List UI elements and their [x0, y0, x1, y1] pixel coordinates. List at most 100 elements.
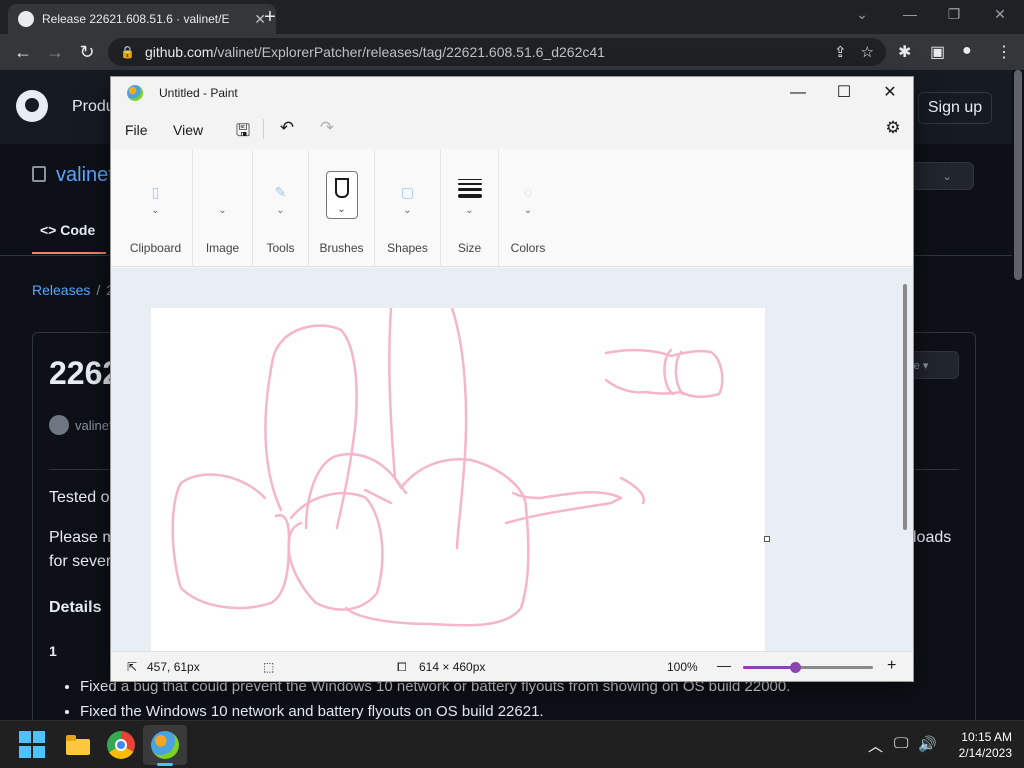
- menu-view[interactable]: View: [173, 122, 203, 138]
- brush-icon: [334, 178, 349, 198]
- drawing-canvas[interactable]: [151, 306, 765, 651]
- start-menu-icon[interactable]: [19, 731, 47, 759]
- release-author[interactable]: valinet: [49, 415, 113, 435]
- paint-menubar: File View 🖫 ↶ ↷ ⚙: [111, 109, 913, 149]
- paint-titlebar[interactable]: Untitled - Paint — ☐ ✕: [111, 77, 913, 109]
- stroke: [504, 490, 623, 525]
- tab-code[interactable]: <> Code: [40, 222, 95, 238]
- paint-taskbar-icon[interactable]: [151, 731, 179, 759]
- ribbon-label: Shapes: [387, 241, 428, 255]
- forward-icon[interactable]: →: [44, 42, 66, 62]
- clock-date: 2/14/2023: [958, 746, 1012, 760]
- paint-minimize-button[interactable]: —: [775, 81, 821, 105]
- clock-time: 10:15 AM: [961, 730, 1012, 744]
- ribbon-label: Brushes: [319, 241, 364, 255]
- menu-file[interactable]: File: [125, 122, 148, 138]
- chevron-down-icon: ⌄: [465, 205, 474, 216]
- avatar: [49, 415, 69, 435]
- page-scrollbar[interactable]: [1012, 70, 1024, 720]
- chevron-down-icon: ⌄: [151, 205, 160, 216]
- back-icon[interactable]: ←: [12, 42, 34, 62]
- paint-ribbon: ▯ ⌄ Clipboard ⌄ Image ✎ ⌄ Tools ⌄ Brushe…: [111, 149, 913, 267]
- close-window-button[interactable]: ✕: [988, 6, 1012, 23]
- volume-icon[interactable]: 🔊: [918, 735, 937, 753]
- tested-text: Tested o: [49, 489, 110, 506]
- redo-icon[interactable]: ↷: [317, 118, 337, 138]
- canvas-size-icon: ⧠: [397, 660, 407, 674]
- sign-up-button[interactable]: Sign up: [918, 92, 992, 124]
- settings-icon[interactable]: ⚙: [883, 118, 903, 138]
- network-icon[interactable]: 🖵: [894, 735, 908, 752]
- share-icon[interactable]: ⇪: [834, 43, 847, 61]
- paint-maximize-button[interactable]: ☐: [821, 81, 867, 105]
- system-clock[interactable]: 10:15 AM 2/14/2023: [942, 729, 1012, 761]
- cursor-position: 457, 61px: [147, 660, 200, 674]
- save-icon[interactable]: 🖫: [233, 118, 253, 147]
- ribbon-shapes[interactable]: ▢ ⌄ Shapes: [375, 149, 441, 267]
- colors-icon: ◌: [523, 184, 533, 200]
- github-logo-icon[interactable]: [16, 90, 48, 122]
- new-tab-button[interactable]: +: [259, 6, 281, 29]
- profile-icon[interactable]: ●: [962, 42, 972, 60]
- stroke: [171, 473, 291, 610]
- address-bar[interactable]: 🔒 github.com/valinet/ExplorerPatcher/rel…: [108, 38, 886, 66]
- file-explorer-icon[interactable]: [64, 731, 92, 759]
- zoom-slider-thumb[interactable]: [790, 662, 801, 673]
- reload-icon[interactable]: ↻: [76, 42, 98, 62]
- restore-button[interactable]: ❐: [942, 6, 966, 23]
- ribbon-colors[interactable]: ◌ ⌄ Colors: [499, 149, 557, 267]
- ribbon-tools[interactable]: ✎ ⌄ Tools: [253, 149, 309, 267]
- menu-kebab-icon[interactable]: ⋮: [996, 42, 1012, 62]
- ribbon-size[interactable]: ⌄ Size: [441, 149, 499, 267]
- chrome-icon[interactable]: [107, 731, 135, 759]
- chevron-down-icon: ⌄: [276, 205, 285, 216]
- breadcrumb-releases-link[interactable]: Releases: [32, 282, 90, 298]
- please-text: Please m: [49, 529, 116, 546]
- browser-tab[interactable]: Release 22621.608.51.6 · valinet/E ✕: [8, 4, 276, 34]
- stroke: [264, 324, 358, 530]
- url-text: github.com/valinet/ExplorerPatcher/relea…: [144, 44, 605, 60]
- pencil-tool-icon: ✎: [274, 184, 287, 200]
- tab-search-icon[interactable]: ⌄: [850, 6, 874, 23]
- stroke: [619, 476, 645, 505]
- repo-owner-link[interactable]: valinet: [56, 164, 114, 187]
- active-tab-underline: [32, 252, 106, 254]
- undo-icon[interactable]: ↶: [277, 118, 297, 138]
- extensions-icon[interactable]: ✱: [898, 42, 911, 62]
- breadcrumb-separator: /: [96, 282, 101, 298]
- canvas-scrollbar[interactable]: [903, 284, 907, 530]
- zoom-slider-fill: [743, 666, 795, 669]
- side-panel-icon[interactable]: ▣: [930, 42, 945, 62]
- canvas-resize-handle[interactable]: [764, 536, 770, 542]
- brush-selected-box[interactable]: ⌄: [325, 171, 358, 219]
- minimize-button[interactable]: —: [898, 6, 922, 22]
- cursor-icon: ⇱: [127, 660, 138, 674]
- product-menu[interactable]: Produ: [72, 98, 115, 116]
- browser-tab-title: Release 22621.608.51.6 · valinet/E: [42, 12, 230, 26]
- paint-window-title: Untitled - Paint: [159, 86, 238, 100]
- ribbon-label: Tools: [266, 241, 295, 255]
- zoom-out-button[interactable]: —: [717, 657, 731, 673]
- zoom-slider[interactable]: [743, 662, 873, 673]
- stroke: [388, 306, 408, 495]
- page-scroll-thumb[interactable]: [1014, 70, 1022, 280]
- zoom-in-button[interactable]: +: [887, 657, 896, 675]
- ribbon-image[interactable]: ⌄ Image: [193, 149, 253, 267]
- ribbon-brushes[interactable]: ⌄ Brushes: [309, 149, 375, 267]
- bookmark-star-icon[interactable]: ☆: [861, 43, 874, 61]
- windows-taskbar: ︿ 🖵 🔊 10:15 AM 2/14/2023: [0, 720, 1024, 768]
- ribbon-clipboard[interactable]: ▯ ⌄ Clipboard: [119, 149, 193, 267]
- paint-app-icon: [127, 85, 143, 101]
- chevron-down-icon: ⌄: [523, 205, 533, 216]
- size-icon: [457, 179, 482, 201]
- paint-window: Untitled - Paint — ☐ ✕ File View 🖫 ↶ ↷ ⚙…: [110, 76, 914, 682]
- canvas-size: 614 × 460px: [419, 660, 486, 674]
- ribbon-label: Clipboard: [129, 241, 182, 255]
- zoom-level: 100%: [667, 660, 698, 674]
- paint-close-button[interactable]: ✕: [867, 81, 913, 105]
- stroke: [287, 491, 384, 611]
- chevron-down-icon: ⌄: [403, 205, 412, 216]
- details-heading: Details: [49, 599, 102, 616]
- quick-access-separator: [263, 119, 264, 139]
- show-hidden-icons-chevron-icon[interactable]: ︿: [868, 735, 883, 756]
